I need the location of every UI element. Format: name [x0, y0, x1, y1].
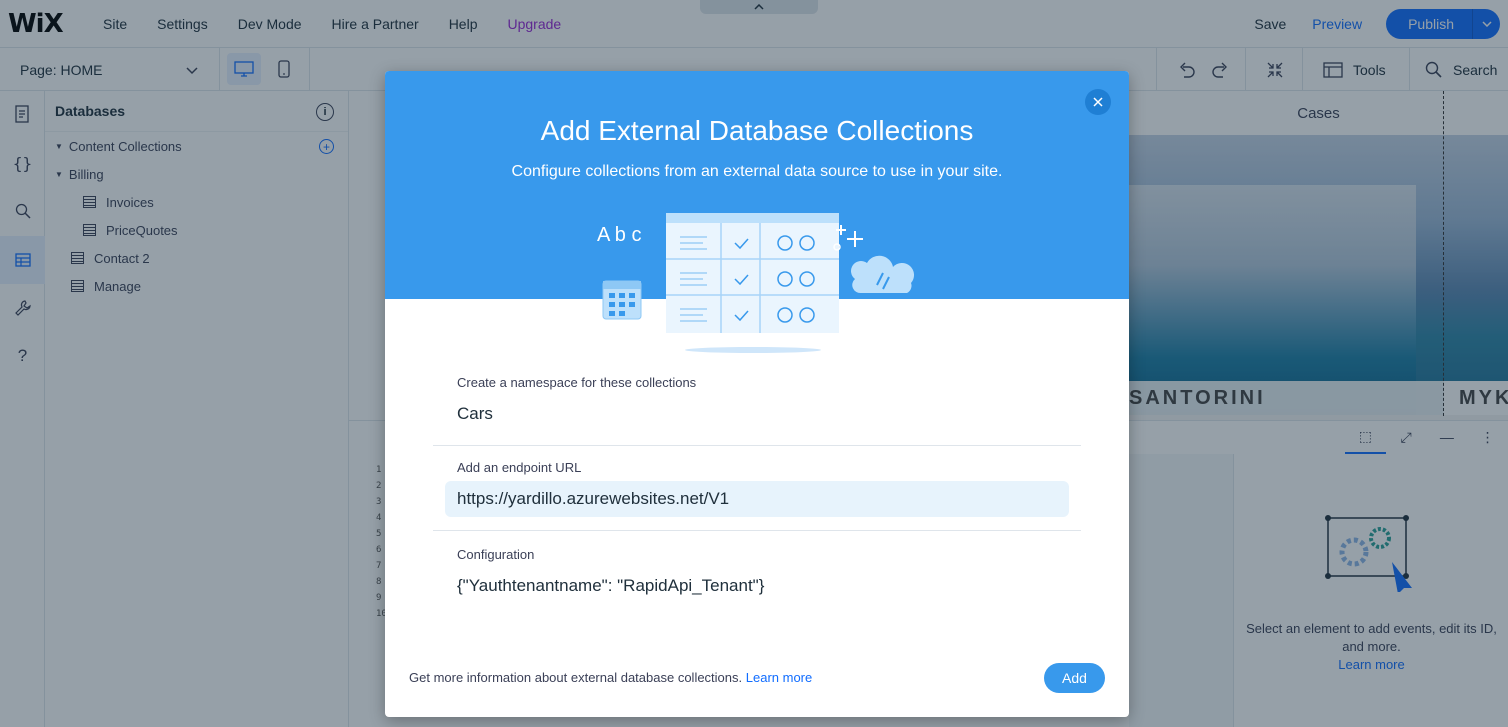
- configuration-field: Configuration {"Yauthtenantname": "Rapid…: [433, 547, 1081, 604]
- divider: [433, 445, 1081, 446]
- endpoint-url-label: Add an endpoint URL: [457, 460, 582, 475]
- add-button[interactable]: Add: [1044, 663, 1105, 693]
- close-icon[interactable]: [1085, 89, 1111, 115]
- configuration-input[interactable]: {"Yauthtenantname": "RapidApi_Tenant"}: [433, 568, 1081, 604]
- modal-footer-info: Get more information about external data…: [409, 670, 812, 685]
- endpoint-url-input[interactable]: https://yardillo.azurewebsites.net/V1: [445, 481, 1069, 517]
- endpoint-url-field: Add an endpoint URL https://yardillo.azu…: [433, 460, 1081, 531]
- add-external-db-modal: Add External Database Collections Config…: [385, 71, 1129, 717]
- divider: [433, 530, 1081, 531]
- footer-text: Get more information about external data…: [409, 670, 743, 685]
- database-illustration: A b c: [585, 199, 925, 359]
- modal-title: Add External Database Collections: [540, 115, 974, 146]
- modal-subtitle: Configure collections from an external d…: [511, 163, 1003, 180]
- namespace-label: Create a namespace for these collections: [457, 375, 697, 390]
- namespace-field: Create a namespace for these collections…: [433, 375, 1081, 446]
- learn-more-link[interactable]: Learn more: [746, 670, 812, 685]
- namespace-input[interactable]: Cars: [433, 396, 1081, 432]
- illus-letters: A b c: [597, 224, 641, 246]
- configuration-label: Configuration: [457, 547, 535, 562]
